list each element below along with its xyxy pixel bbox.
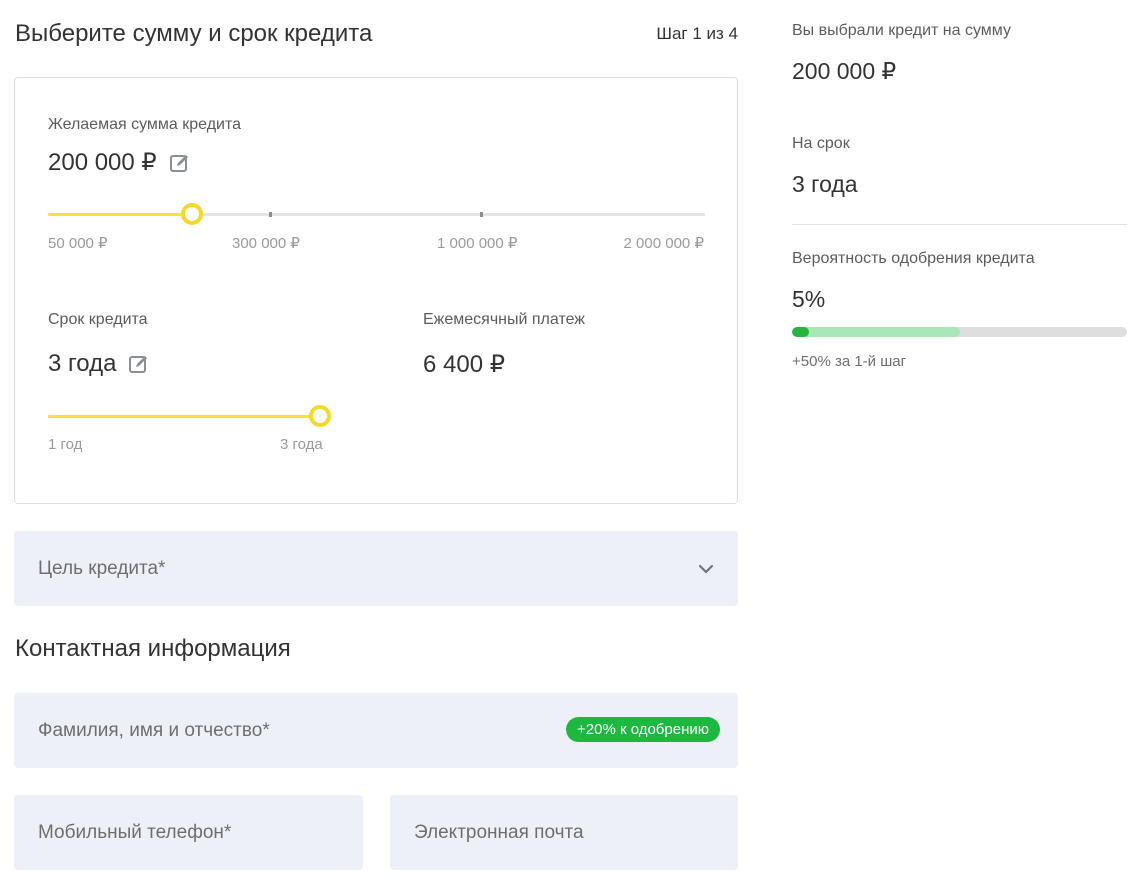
amount-value-row: 200 000 ₽ [48,148,191,177]
approval-boost-badge: +20% к одобрению [566,717,720,742]
credit-application-page: Выберите сумму и срок кредита Шаг 1 из 4… [0,0,1137,887]
amount-tick-label: 50 000 ₽ [48,235,108,252]
term-tick-label: 1 год [48,436,83,453]
approval-hint: +50% за 1-й шаг [792,353,907,370]
approval-progress-bar [792,327,1127,337]
page-title: Выберите сумму и срок кредита [15,20,373,47]
summary-amount-value: 200 000 ₽ [792,58,897,84]
term-value-row: 3 года [48,350,150,378]
credit-purpose-select[interactable]: Цель кредита* [14,531,738,606]
payment-value: 6 400 ₽ [423,351,505,378]
phone-input[interactable]: Мобильный телефон* [14,795,363,870]
phone-placeholder: Мобильный телефон* [38,821,232,843]
summary-amount-label: Вы выбрали кредит на сумму [792,22,1011,39]
amount-label: Желаемая сумма кредита [48,116,242,133]
amount-slider-tick [480,212,483,217]
approval-value: 5% [792,286,826,312]
chevron-down-icon[interactable] [696,559,716,579]
term-label: Срок кредита [48,311,148,328]
term-slider-fill [48,415,320,418]
email-input[interactable]: Электронная почта [390,795,738,870]
amount-tick-label: 300 000 ₽ [232,235,300,252]
amount-slider-tick [269,212,272,217]
summary-term-label: На срок [792,135,850,152]
payment-label: Ежемесячный платеж [423,311,586,328]
contact-section-title: Контактная информация [15,635,291,662]
email-placeholder: Электронная почта [414,821,584,843]
approval-progress-potential [792,327,960,337]
term-tick-label: 3 года [280,436,323,453]
summary-term-value: 3 года [792,171,858,197]
approval-label: Вероятность одобрения кредита [792,250,1035,267]
step-indicator: Шаг 1 из 4 [656,24,738,43]
fullname-placeholder: Фамилия, имя и отчество* [38,719,270,741]
summary-divider [792,224,1127,225]
amount-slider[interactable] [48,203,705,225]
term-value: 3 года [48,350,117,377]
loan-calculator-card: Желаемая сумма кредита 200 000 ₽ 50 000 … [14,77,738,504]
amount-slider-thumb[interactable] [181,203,203,225]
term-slider-thumb[interactable] [309,405,331,427]
amount-tick-label: 1 000 000 ₽ [437,235,518,252]
credit-purpose-placeholder: Цель кредита* [38,557,166,579]
edit-term-icon[interactable] [128,353,150,375]
edit-amount-icon[interactable] [169,152,191,174]
term-slider[interactable] [48,405,331,427]
fullname-input[interactable]: Фамилия, имя и отчество* +20% к одобрени… [14,693,738,768]
approval-progress-current [792,327,809,337]
amount-slider-fill [48,213,192,216]
amount-value: 200 000 ₽ [48,149,157,176]
amount-tick-label: 2 000 000 ₽ [623,235,704,252]
